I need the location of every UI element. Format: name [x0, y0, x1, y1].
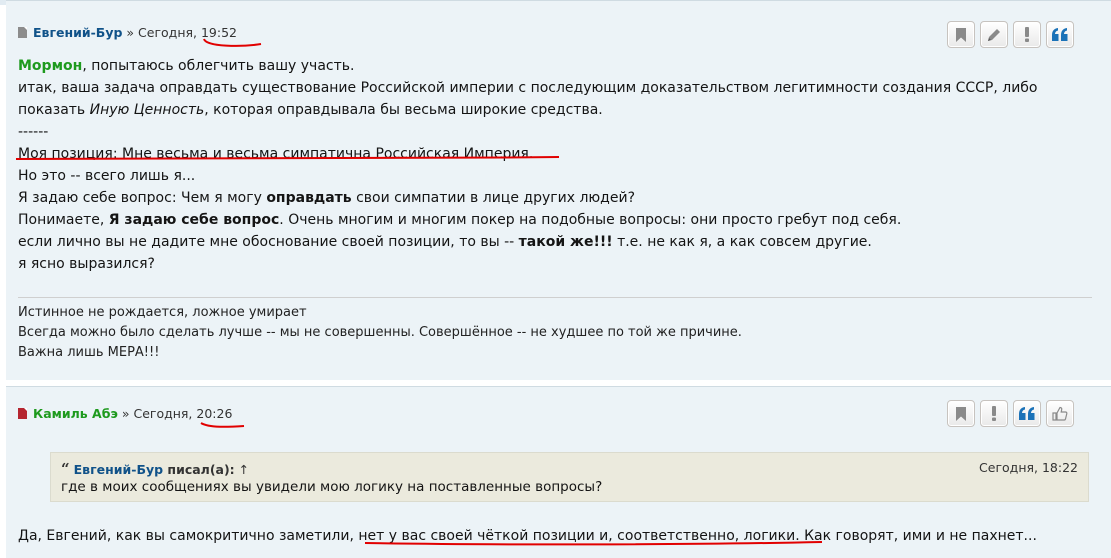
report-button[interactable]: [980, 400, 1008, 427]
quote-mark-icon: “: [61, 460, 70, 478]
post-file-icon[interactable]: [18, 27, 27, 38]
post-time: 19:52: [200, 25, 237, 40]
signature-line: Истинное не рождается, ложное умирает: [18, 305, 307, 320]
text-run: Я задаю себе вопрос: Чем я могу: [18, 190, 267, 206]
post-evgeniy: Евгений-Бур » Сегодня, 19:52 Мормон, поп…: [6, 0, 1111, 380]
text-run: свои симпатии в лице других людей?: [351, 190, 635, 206]
text-run: Понимаете,: [18, 212, 109, 228]
quote-block: “Евгений-Бур писал(а): ↑ Сегодня, 18:22 …: [50, 452, 1089, 502]
post-header: Камиль Абэ » Сегодня, 20:26: [18, 406, 232, 421]
quote-button[interactable]: [1046, 21, 1074, 48]
report-button[interactable]: [1013, 21, 1041, 48]
post-buttons: [947, 400, 1074, 427]
text-run: . Очень многим и многим покер на подобны…: [279, 212, 902, 228]
quote-author-link[interactable]: Евгений-Бур: [74, 462, 163, 477]
author-link[interactable]: Камиль Абэ: [33, 406, 118, 421]
quote-text: где в моих сообщениях вы увидели мою лог…: [61, 479, 603, 495]
quote-header: “ Евгений-Бур писал(а): ↑: [61, 460, 249, 478]
content-line: Моя позиция: Мне весьма и весьма симпати…: [18, 146, 534, 162]
pencil-icon: [988, 28, 1000, 41]
bookmark-icon: [956, 27, 966, 42]
post-content: Да, Евгений, как вы самокритично заметил…: [18, 525, 1037, 547]
bookmark-button[interactable]: [947, 400, 975, 427]
content-line: итак, ваша задача оправдать существовани…: [18, 80, 1038, 96]
date-prefix: Сегодня,: [138, 25, 201, 40]
quote-button[interactable]: [1013, 400, 1041, 427]
content-line: если лично вы не дадите мне обоснование …: [18, 231, 1038, 253]
edit-button[interactable]: [980, 21, 1008, 48]
content-line: Понимаете, Я задаю себе вопрос. Очень мн…: [18, 209, 1038, 231]
date-prefix: Сегодня,: [133, 406, 197, 421]
content-line: Мормон, попытаюсь облегчить вашу участь.: [18, 55, 1038, 77]
mention-link[interactable]: Мормон: [18, 58, 82, 74]
text-run: нет у вас своей чёткой позиции и, соотве…: [358, 528, 800, 544]
text-run: Да, Евгений, как вы самокритично заметил…: [18, 528, 359, 544]
bold-text: оправдать: [266, 190, 352, 206]
content-line: Но это -- всего лишь я...: [18, 168, 196, 184]
text-run: , попытаюсь облегчить вашу участь.: [82, 58, 355, 74]
content-line: Да, Евгений, как вы самокритично заметил…: [18, 525, 1037, 547]
thumbs-up-icon: [1052, 406, 1068, 421]
author-link[interactable]: Евгений-Бур: [33, 25, 122, 40]
text-run: Как говорят, ими и не пахнет...: [799, 528, 1037, 544]
post-kamil: Камиль Абэ » Сегодня, 20:26 “ Евгений-Бур…: [6, 386, 1111, 558]
quote-icon: [1019, 407, 1035, 420]
post-buttons: [947, 21, 1074, 48]
text-run: если лично вы не дадите мне обоснование …: [18, 234, 519, 250]
exclamation-icon: [992, 406, 996, 421]
post-header: Евгений-Бур » Сегодня, 19:52: [18, 25, 237, 40]
text-run: показать: [18, 102, 90, 118]
like-button[interactable]: [1046, 400, 1074, 427]
text-run: т.е. не как я, а как совсем другие.: [612, 234, 872, 250]
bookmark-icon: [956, 406, 966, 421]
separator: »: [117, 406, 134, 421]
content-line: Я задаю себе вопрос: Чем я могу оправдат…: [18, 187, 1038, 209]
italic-text: Иную Ценность: [89, 102, 205, 118]
quote-wrote: писал(а):: [163, 462, 235, 477]
quote-date: Сегодня, 18:22: [979, 460, 1078, 475]
go-to-post-arrow[interactable]: ↑: [239, 462, 249, 477]
separator: »: [122, 25, 139, 40]
signature: Истинное не рождается, ложное умирает Вс…: [18, 297, 1092, 363]
exclamation-icon: [1025, 27, 1029, 42]
bold-text: такой же!!!: [518, 234, 613, 250]
signature-line: Важна лишь МЕРА!!!: [18, 345, 160, 360]
content-line: ------: [18, 124, 49, 140]
content-line: я ясно выразился?: [18, 256, 155, 272]
content-line: показать Иную Ценность, которая оправдыв…: [18, 99, 1038, 121]
bookmark-button[interactable]: [947, 21, 975, 48]
post-content: Мормон, попытаюсь облегчить вашу участь.…: [18, 55, 1038, 275]
post-file-icon[interactable]: [18, 408, 27, 419]
quote-icon: [1052, 28, 1068, 41]
signature-line: Всегда можно было сделать лучше -- мы не…: [18, 325, 742, 340]
bold-text: Я задаю себе вопрос: [108, 212, 280, 228]
post-time: 20:26: [196, 406, 233, 421]
text-run: , которая оправдывала бы весьма широкие …: [204, 102, 603, 118]
